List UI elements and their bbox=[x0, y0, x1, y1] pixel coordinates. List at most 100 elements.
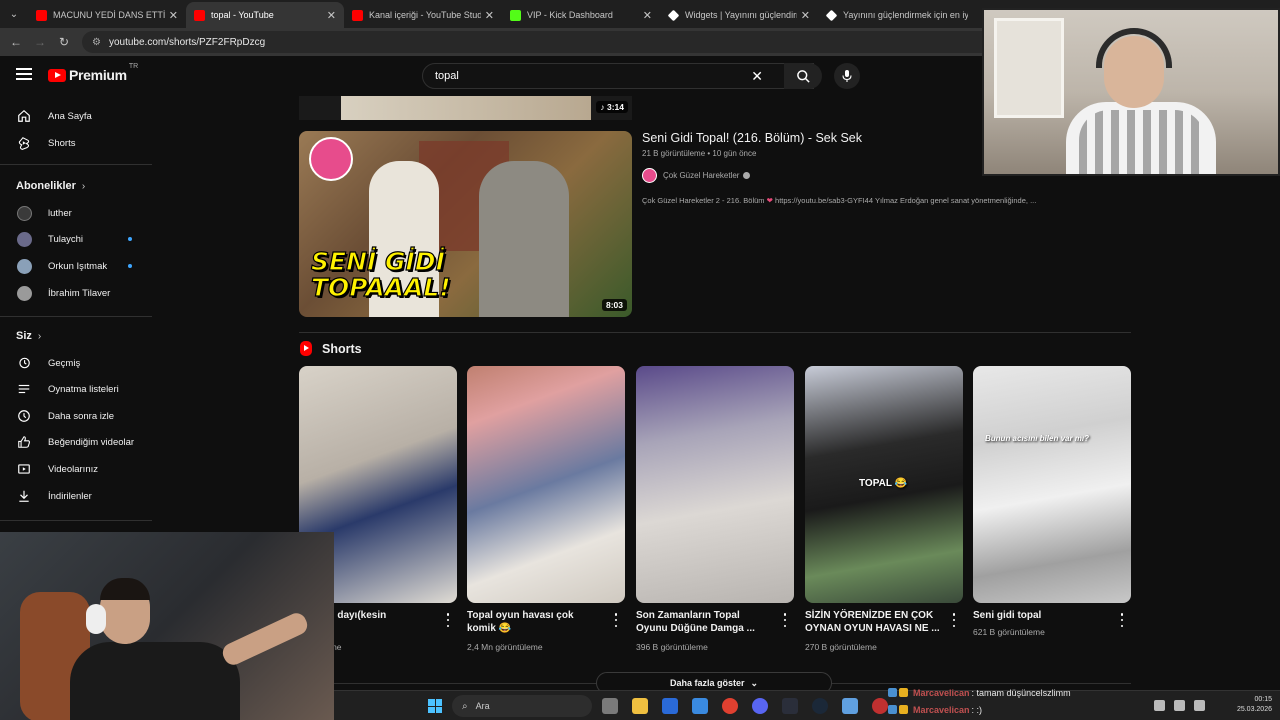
short-views: 270 B görüntüleme bbox=[805, 642, 877, 652]
more-options-icon[interactable] bbox=[949, 613, 959, 627]
browser-tab[interactable]: Yayınını güçlendirmek için en iy bbox=[818, 2, 976, 28]
search-value: topal bbox=[435, 70, 459, 82]
voice-search-button[interactable] bbox=[834, 63, 860, 89]
microphone-tray-icon[interactable] bbox=[1174, 700, 1185, 711]
subscription-item[interactable]: İbrahim Tilaver bbox=[0, 280, 152, 306]
short-views: 621 B görüntüleme bbox=[973, 627, 1045, 637]
forward-arrow-icon[interactable]: → bbox=[28, 35, 52, 49]
sidebar-item-watch-later[interactable]: Daha sonra izle bbox=[0, 403, 152, 429]
search-input[interactable]: topal ✕ bbox=[422, 63, 814, 89]
short-thumbnail[interactable] bbox=[467, 366, 625, 603]
subscription-item[interactable]: Orkun Işıtmak bbox=[0, 253, 152, 279]
obs-icon[interactable] bbox=[782, 698, 798, 714]
edge-icon[interactable] bbox=[692, 698, 708, 714]
microphone-icon bbox=[842, 70, 852, 82]
tab-close-icon[interactable]: ✕ bbox=[327, 9, 336, 22]
reload-icon[interactable]: ↻ bbox=[52, 35, 76, 49]
sidebar-item-your-videos[interactable]: Videolarınız bbox=[0, 456, 152, 482]
browser-tab[interactable]: Widgets | Yayınını güçlendirmek ✕ bbox=[660, 2, 818, 28]
short-views: 2,4 Mn görüntüleme bbox=[467, 642, 543, 652]
short-card[interactable]: TOPAL 😂 SİZİN YÖRENİZDE EN ÇOK OYNAN OYUN… bbox=[805, 366, 963, 656]
channel-name: Çok Güzel Hareketler bbox=[663, 171, 740, 180]
discord-icon[interactable] bbox=[752, 698, 768, 714]
short-card[interactable]: Bunun acısını bilen var mı? Seni gidi to… bbox=[973, 366, 1131, 656]
chrome-icon[interactable] bbox=[722, 698, 738, 714]
youtube-favicon-icon bbox=[194, 9, 205, 21]
short-title[interactable]: Topal oyun havası çok komik 😂 bbox=[467, 609, 605, 635]
short-thumbnail[interactable] bbox=[636, 366, 794, 603]
short-card[interactable]: Topal oyun havası çok komik 😂 2,4 Mn görü… bbox=[467, 366, 625, 656]
tab-search-icon[interactable]: ⌄ bbox=[0, 0, 28, 28]
more-options-icon[interactable] bbox=[443, 613, 453, 627]
more-options-icon[interactable] bbox=[611, 613, 621, 627]
chevron-right-icon: › bbox=[81, 181, 86, 192]
network-icon[interactable] bbox=[1154, 700, 1165, 711]
sidebar: Ana Sayfa Shorts Abonelikler › luther Tul… bbox=[0, 100, 152, 532]
shorts-shelf-heading: Shorts bbox=[300, 341, 362, 356]
youtube-header: Premium TR topal ✕ bbox=[0, 56, 980, 96]
short-thumbnail[interactable]: Bunun acısını bilen var mı? bbox=[973, 366, 1131, 603]
sidebar-item-playlists[interactable]: Oynatma listeleri bbox=[0, 376, 152, 402]
webcam-background bbox=[994, 18, 1064, 118]
browser-tab[interactable]: Kanal içeriği - YouTube Studio ✕ bbox=[344, 2, 502, 28]
tab-title: VIP - Kick Dashboard bbox=[527, 10, 613, 20]
windows-start-icon[interactable] bbox=[428, 699, 442, 713]
tab-close-icon[interactable]: ✕ bbox=[643, 9, 652, 22]
taskbar-search[interactable]: ⌕ Ara bbox=[452, 695, 592, 717]
app-icon[interactable] bbox=[872, 698, 888, 714]
task-view-icon[interactable] bbox=[602, 698, 618, 714]
sidebar-divider bbox=[0, 316, 152, 317]
sidebar-item-downloads[interactable]: İndirilenler bbox=[0, 483, 152, 509]
tab-close-icon[interactable]: ✕ bbox=[169, 9, 178, 22]
browser-tab[interactable]: MACUNU YEDİ DANS ETTİ VS H ✕ bbox=[28, 2, 186, 28]
badge-icon bbox=[899, 688, 908, 697]
sidebar-item-liked[interactable]: Beğendiğim videolar bbox=[0, 429, 152, 455]
subscription-item[interactable]: Tulaychi bbox=[0, 226, 152, 252]
video-thumbnail[interactable]: SENİ GİDİ TOPAAAL! 8:03 bbox=[299, 131, 632, 317]
channel-link[interactable]: Çok Güzel Hareketler bbox=[642, 168, 751, 183]
notepad-icon[interactable] bbox=[842, 698, 858, 714]
logo-word: Premium bbox=[69, 67, 127, 83]
short-card[interactable]: Son Zamanların Topal Oyunu Düğüne Damga .… bbox=[636, 366, 794, 656]
file-explorer-icon[interactable] bbox=[632, 698, 648, 714]
channel-avatar bbox=[642, 168, 657, 183]
short-title[interactable]: Son Zamanların Topal Oyunu Düğüne Damga .… bbox=[636, 609, 774, 635]
site-info-icon[interactable]: ⚙ bbox=[92, 37, 101, 48]
more-options-icon[interactable] bbox=[1117, 613, 1127, 627]
url-field[interactable]: ⚙ youtube.com/shorts/PZF2FRpDzcg bbox=[82, 31, 1082, 53]
steam-icon[interactable] bbox=[812, 698, 828, 714]
you-heading[interactable]: Siz › bbox=[16, 330, 41, 342]
store-icon[interactable] bbox=[662, 698, 678, 714]
browser-tab[interactable]: VIP - Kick Dashboard ✕ bbox=[502, 2, 660, 28]
url-text: youtube.com/shorts/PZF2FRpDzcg bbox=[108, 36, 266, 48]
watch-later-icon bbox=[16, 408, 32, 424]
subscriptions-heading[interactable]: Abonelikler › bbox=[16, 180, 85, 192]
menu-icon[interactable] bbox=[16, 68, 32, 80]
search-button[interactable] bbox=[784, 63, 822, 89]
thumbnail-text: SENİ GİDİ TOPAAAL! bbox=[310, 247, 451, 302]
download-icon bbox=[16, 488, 32, 504]
short-thumbnail[interactable]: TOPAL 😂 bbox=[805, 366, 963, 603]
short-title[interactable]: Seni gidi topal bbox=[973, 609, 1111, 622]
tab-close-icon[interactable]: ✕ bbox=[801, 9, 810, 22]
video-title[interactable]: Seni Gidi Topal! (216. Bölüm) - Sek Sek bbox=[642, 131, 862, 145]
shorts-icon bbox=[300, 341, 312, 356]
search-icon bbox=[796, 69, 810, 83]
tab-close-icon[interactable]: ✕ bbox=[485, 9, 494, 22]
volume-icon[interactable] bbox=[1194, 700, 1205, 711]
sidebar-item-label: Ana Sayfa bbox=[48, 110, 92, 122]
sidebar-item-history[interactable]: Geçmiş bbox=[0, 350, 152, 376]
sidebar-divider bbox=[0, 164, 152, 165]
clear-search-icon[interactable]: ✕ bbox=[751, 68, 763, 85]
previous-video-thumbnail[interactable]: ♪ 3:14 bbox=[299, 96, 632, 120]
back-arrow-icon[interactable]: ← bbox=[4, 35, 28, 49]
sidebar-item-home[interactable]: Ana Sayfa bbox=[0, 103, 152, 129]
home-icon bbox=[16, 108, 32, 124]
short-title[interactable]: SİZİN YÖRENİZDE EN ÇOK OYNAN OYUN HAVASI … bbox=[805, 609, 943, 635]
subscription-item[interactable]: luther bbox=[0, 200, 152, 226]
youtube-premium-logo[interactable]: Premium TR bbox=[48, 63, 138, 83]
browser-tab-active[interactable]: topal - YouTube ✕ bbox=[186, 2, 344, 28]
clock[interactable]: 00:15 25.03.2026 bbox=[1237, 695, 1272, 715]
sidebar-item-shorts[interactable]: Shorts bbox=[0, 130, 152, 156]
more-options-icon[interactable] bbox=[780, 613, 790, 627]
